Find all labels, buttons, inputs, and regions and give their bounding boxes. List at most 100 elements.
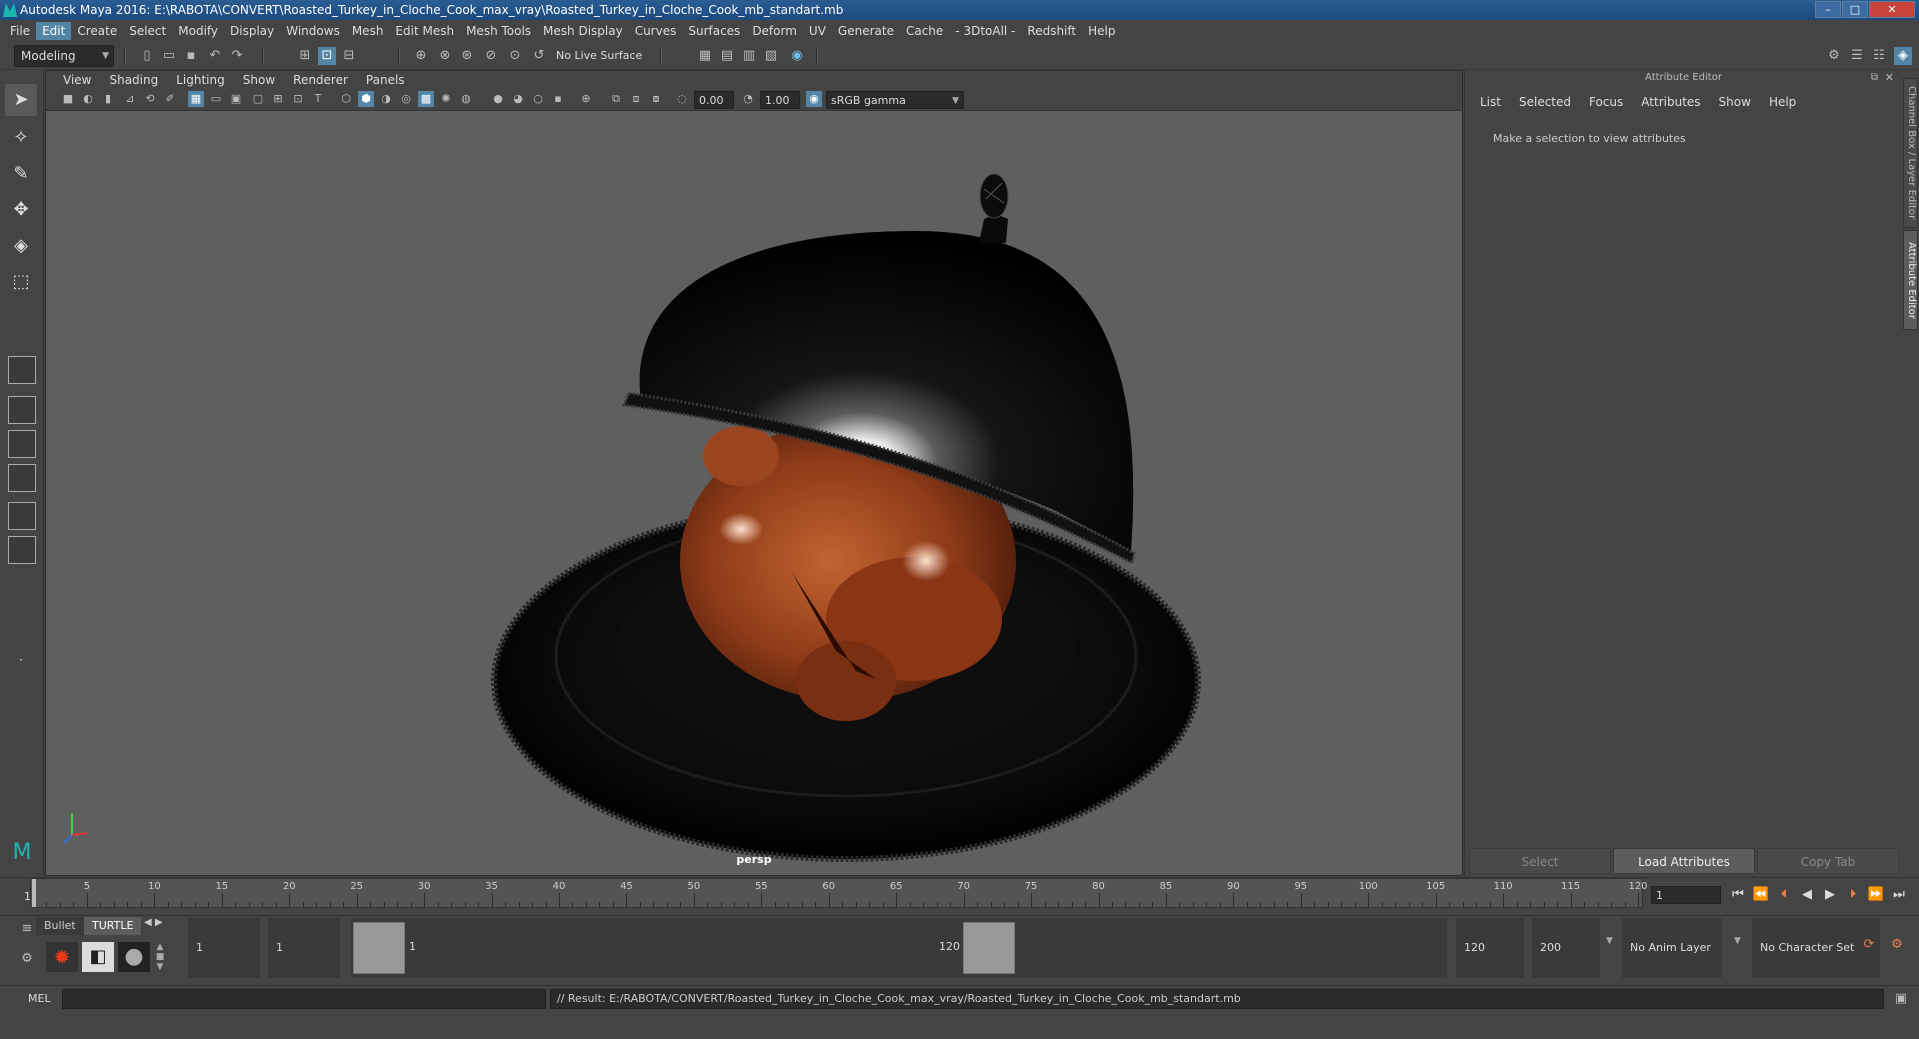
use-all-lights-icon[interactable]: ✺ [438,91,454,107]
menu-generate[interactable]: Generate [832,22,900,40]
range-end-handle[interactable] [963,922,1015,974]
rotate-tool-icon[interactable]: ◈ [5,230,37,262]
menu-file[interactable]: File [4,22,36,40]
menu-3dtoall[interactable]: - 3DtoAll - [949,22,1021,40]
snap-live-icon[interactable]: ↺ [530,47,548,65]
scale-tool-icon[interactable]: ⬚ [5,266,37,298]
playback-start-field[interactable]: 1 [268,918,340,978]
menu-windows[interactable]: Windows [280,22,346,40]
undo-icon[interactable]: ↶ [206,47,224,65]
playback-end-field[interactable]: 120 [1456,918,1524,978]
viewport-menu-shading[interactable]: Shading [100,73,167,87]
menu-display[interactable]: Display [224,22,280,40]
perspective-viewport[interactable] [46,111,1462,875]
attr-menu-help[interactable]: Help [1760,92,1805,112]
shelf-options-icon[interactable]: ⚙ [18,950,36,968]
attr-menu-show[interactable]: Show [1710,92,1760,112]
toggle-modeling-toolkit-icon[interactable]: ☰ [1848,47,1866,65]
attr-menu-selected[interactable]: Selected [1510,92,1580,112]
float-panel-icon[interactable]: ⧉ [1871,72,1878,83]
bookmarks-icon[interactable]: ▮ [100,91,116,107]
color-space-dropdown[interactable]: sRGB gamma ▼ [826,91,964,109]
select-by-hierarchy-icon[interactable]: ⊞ [296,47,314,65]
render-settings-icon[interactable]: ▧ [762,47,780,65]
persp-outliner-layout-icon[interactable] [8,430,36,458]
minimize-button[interactable]: – [1815,1,1841,18]
toolbox-menu-icon[interactable]: · [5,644,37,676]
command-input[interactable] [62,989,546,1009]
close-button[interactable]: ✕ [1869,1,1915,18]
render-view-icon[interactable]: ▦ [696,47,714,65]
menu-help[interactable]: Help [1082,22,1121,40]
step-forward-icon[interactable]: ⏩ [1867,887,1885,903]
toggle-channel-box-icon[interactable]: ◈ [1894,47,1912,65]
go-to-start-icon[interactable]: ⏮ [1729,887,1747,903]
grid-icon[interactable]: ▦ [188,91,204,107]
viewport-menu-renderer[interactable]: Renderer [284,73,357,87]
attribute-editor-tab[interactable]: Attribute Editor [1903,230,1918,330]
gamma-field[interactable]: 1.00 [760,91,800,109]
select-button[interactable]: Select [1469,848,1611,874]
workspace-icon[interactable]: ⚙ [1825,47,1843,65]
save-scene-icon[interactable]: ▪ [182,47,200,65]
load-attributes-button[interactable]: Load Attributes [1613,848,1755,874]
move-tool-icon[interactable]: ✥ [5,194,37,226]
menu-mesh-tools[interactable]: Mesh Tools [460,22,537,40]
attr-menu-attributes[interactable]: Attributes [1632,92,1709,112]
use-default-material-icon[interactable]: ◑ [378,91,394,107]
range-start-field[interactable]: 1 [188,918,260,978]
camera-attributes-icon[interactable]: ◐ [80,91,96,107]
turtle-bake-icon[interactable]: ● [118,942,150,972]
viewport-menu-view[interactable]: View [54,73,100,87]
lasso-tool-icon[interactable]: ✧ [5,122,37,154]
turtle-render-icon[interactable]: ✹ [46,942,78,972]
xray-icon[interactable]: ⧉ [608,91,624,107]
persp-uv-layout-icon[interactable] [8,536,36,564]
persp-graph-layout-icon[interactable] [8,464,36,492]
step-forward-key-icon[interactable]: ⏵ [1844,887,1862,903]
select-by-component-icon[interactable]: ⊟ [340,47,358,65]
single-perspective-layout-icon[interactable] [8,356,36,384]
viewport-menu-panels[interactable]: Panels [357,73,414,87]
xray-joints-icon[interactable]: ⧈ [628,91,644,107]
menu-edit-mesh[interactable]: Edit Mesh [389,22,460,40]
menu-edit[interactable]: Edit [36,22,72,40]
image-plane-icon[interactable]: ⊿ [122,91,138,107]
film-gate-icon[interactable]: ▭ [208,91,224,107]
grease-pencil-icon[interactable]: ✐ [162,91,178,107]
play-forwards-icon[interactable]: ▶ [1821,887,1839,903]
turtle-settings-icon[interactable]: ◧ [82,942,114,972]
maximize-button[interactable]: □ [1842,1,1868,18]
menu-modify[interactable]: Modify [172,22,224,40]
menu-surfaces[interactable]: Surfaces [682,22,746,40]
shelf-scroll-icon[interactable]: ▲ ■ ▼ [154,942,166,972]
snap-view-plane-icon[interactable]: ⊘ [482,47,500,65]
chevron-down-icon[interactable]: ▼ [1734,936,1741,946]
open-scene-icon[interactable]: ▭ [160,47,178,65]
select-camera-icon[interactable]: ■ [60,91,76,107]
color-management-icon[interactable]: ◉ [806,91,822,107]
auto-key-icon[interactable]: ⟳ [1860,936,1878,954]
current-time-marker[interactable] [32,879,36,907]
range-end-field[interactable]: 200 [1532,918,1600,978]
ambient-occlusion-icon[interactable]: ● [490,91,506,107]
attr-menu-list[interactable]: List [1471,92,1510,112]
textured-icon[interactable]: ▩ [418,91,434,107]
step-back-key-icon[interactable]: ⏴ [1775,887,1793,903]
xray-components-icon[interactable]: ⧇ [648,91,664,107]
shelf-tab-bullet[interactable]: Bullet [36,917,84,935]
menu-mesh[interactable]: Mesh [346,22,390,40]
snap-point-icon[interactable]: ⊛ [458,47,476,65]
motion-blur-icon[interactable]: ◕ [510,91,526,107]
safe-title-icon[interactable]: T [310,91,326,107]
resolution-gate-icon[interactable]: ▣ [228,91,244,107]
snap-grid-icon[interactable]: ⊕ [412,47,430,65]
mode-selector[interactable]: Modeling ▼ [14,45,114,67]
field-chart-icon[interactable]: ⊞ [270,91,286,107]
play-backwards-icon[interactable]: ◀ [1798,887,1816,903]
go-to-end-icon[interactable]: ⏭ [1890,887,1908,903]
menu-create[interactable]: Create [71,22,123,40]
live-surface-field[interactable]: No Live Surface [556,47,642,65]
menu-mesh-display[interactable]: Mesh Display [537,22,629,40]
step-back-icon[interactable]: ⏪ [1752,887,1770,903]
